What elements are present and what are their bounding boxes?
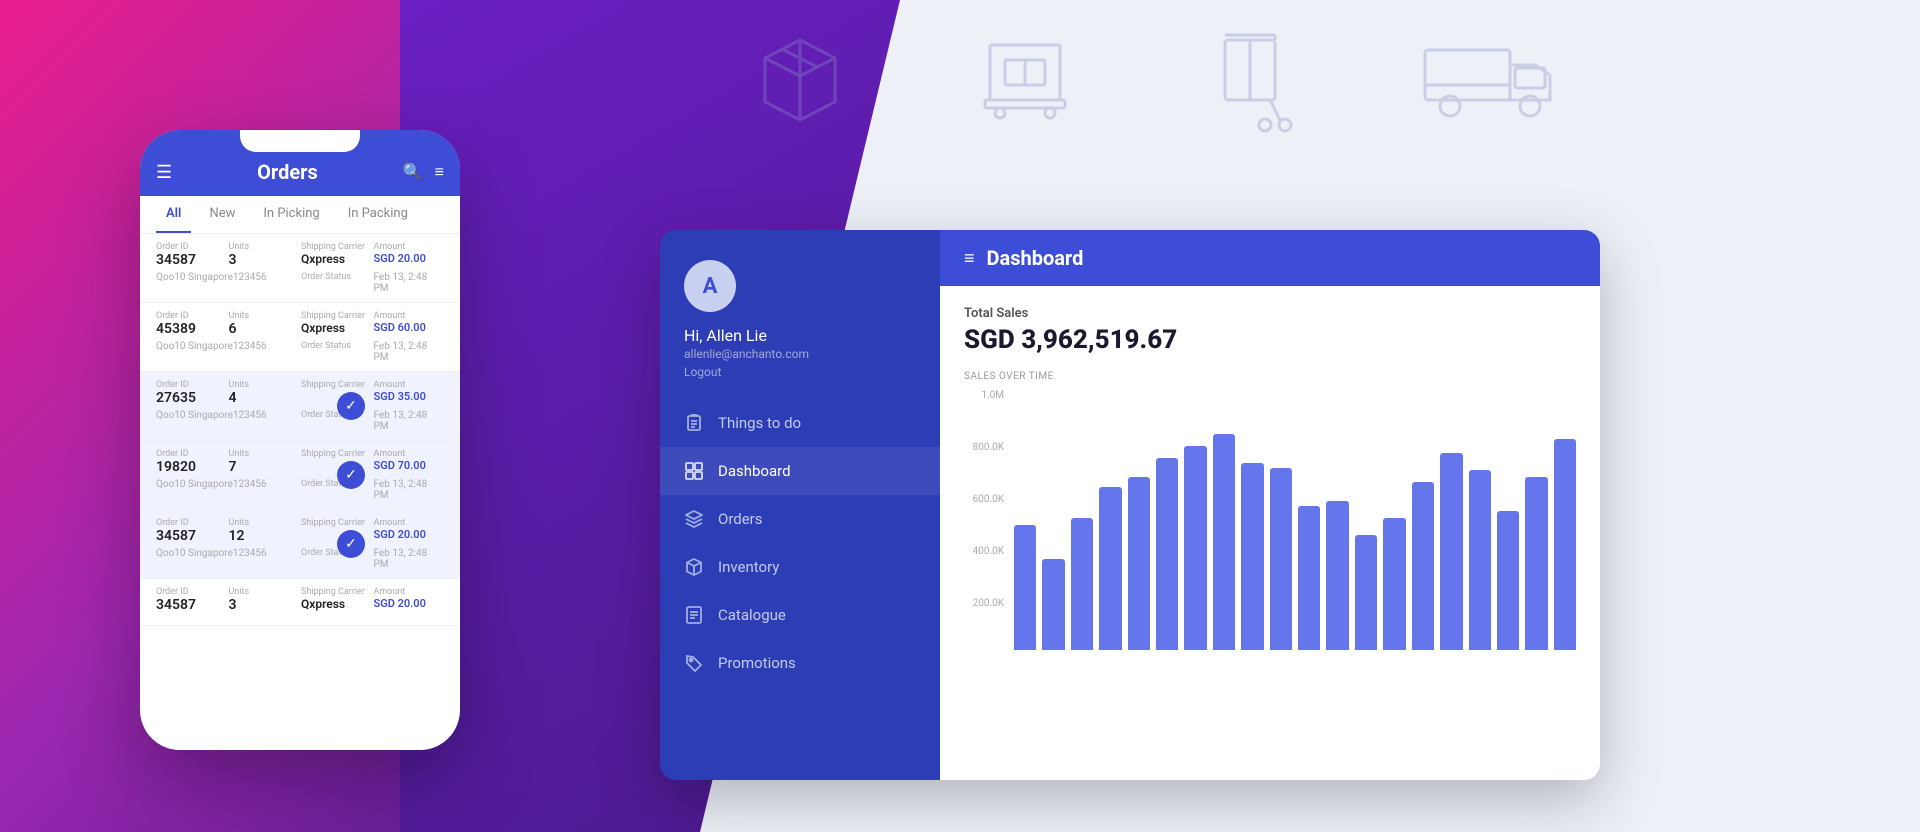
chart-bars (1014, 390, 1576, 650)
order-row: Order ID45389 Units6 Shipping CarrierQxp… (140, 303, 460, 372)
phone-frame: ☰ Orders 🔍 ≡ All New In Picking In Packi… (140, 130, 460, 750)
tab-in-packing[interactable]: In Packing (338, 196, 418, 233)
phone-notch (240, 130, 360, 152)
check-badge: ✓ (337, 461, 365, 489)
sidebar-item-promotions[interactable]: Promotions (660, 639, 940, 687)
sidebar-label-inventory: Inventory (718, 558, 779, 576)
chart-bar (1156, 458, 1178, 650)
chart-bar (1071, 518, 1093, 650)
chart-bar (1213, 434, 1235, 650)
dashboard-header: ≡ Dashboard (940, 230, 1600, 286)
tab-all[interactable]: All (156, 196, 191, 233)
warehouse-icon (970, 30, 1080, 144)
chart-bar (1383, 518, 1405, 650)
sidebar-item-things-to-do[interactable]: Things to do (660, 399, 940, 447)
sidebar-item-orders[interactable]: Orders (660, 495, 940, 543)
tab-in-picking[interactable]: In Picking (253, 196, 329, 233)
package-icon (750, 30, 850, 144)
phone-header-icons: 🔍 ≡ (403, 162, 444, 182)
sidebar-item-dashboard[interactable]: Dashboard (660, 447, 940, 495)
chart-bar (1042, 559, 1064, 650)
chart-bar (1326, 501, 1348, 650)
truck-icon (1420, 30, 1560, 144)
sidebar-label-dashboard: Dashboard (718, 462, 791, 480)
layers-icon (684, 509, 704, 529)
sidebar-label-orders: Orders (718, 510, 763, 528)
phone-tabs: All New In Picking In Packing (140, 196, 460, 234)
y-label-5: 200.0K (964, 598, 1004, 609)
filter-icon[interactable]: ≡ (435, 162, 444, 182)
search-icon[interactable]: 🔍 (403, 162, 423, 182)
y-label-3: 600.0K (964, 494, 1004, 505)
y-label-2: 800.0K (964, 442, 1004, 453)
sidebar-label-promotions: Promotions (718, 654, 796, 672)
dashboard-panel: ≡ Dashboard Total Sales SGD 3,962,519.67… (940, 230, 1600, 780)
user-greeting: Hi, Allen Lie (660, 326, 940, 347)
dashboard-content: Total Sales SGD 3,962,519.67 SALES OVER … (940, 286, 1600, 780)
chart-bar (1355, 535, 1377, 650)
menu-icon[interactable]: ☰ (156, 162, 172, 183)
tag-icon (684, 653, 704, 673)
box-icon (684, 557, 704, 577)
sidebar-item-catalogue[interactable]: Catalogue (660, 591, 940, 639)
order-row: Order ID34587 Units3 Shipping CarrierQxp… (140, 234, 460, 303)
total-sales-label: Total Sales (964, 306, 1576, 321)
chart-bar (1270, 468, 1292, 650)
sales-chart-label: SALES OVER TIME (964, 371, 1576, 382)
tablet-mockup: A Hi, Allen Lie allenlie@anchanto.com Lo… (660, 230, 1600, 780)
tab-new[interactable]: New (199, 196, 245, 233)
logout-button[interactable]: Logout (660, 365, 940, 399)
chart-bar (1554, 439, 1576, 650)
sidebar-label-things-to-do: Things to do (718, 414, 801, 432)
chart-bar (1469, 470, 1491, 650)
dashboard-title: Dashboard (987, 246, 1084, 270)
user-email: allenlie@anchanto.com (660, 347, 940, 365)
dashboard-icon (684, 461, 704, 481)
check-badge: ✓ (337, 530, 365, 558)
top-icons-row (750, 30, 1560, 144)
chart-bar (1014, 525, 1036, 650)
y-label-4: 400.0K (964, 546, 1004, 557)
sidebar-item-inventory[interactable]: Inventory (660, 543, 940, 591)
chart-bar (1412, 482, 1434, 650)
sales-chart: 1.0M 800.0K 600.0K 400.0K 200.0K (964, 390, 1576, 670)
phone-title: Orders (257, 160, 318, 184)
orders-list: Order ID34587 Units3 Shipping CarrierQxp… (140, 234, 460, 626)
y-axis-labels: 1.0M 800.0K 600.0K 400.0K 200.0K (964, 390, 1004, 670)
chart-bar (1241, 463, 1263, 650)
trolley-icon (1200, 30, 1300, 144)
chart-bar (1497, 511, 1519, 650)
user-name: Allen Lie (706, 326, 767, 345)
sidebar-label-catalogue: Catalogue (718, 606, 786, 624)
chart-bar (1099, 487, 1121, 650)
order-row: Order ID34587 Units12 Shipping Carrierx … (140, 510, 460, 579)
sidebar: A Hi, Allen Lie allenlie@anchanto.com Lo… (660, 230, 940, 780)
phone-mockup: ☰ Orders 🔍 ≡ All New In Picking In Packi… (140, 130, 460, 750)
order-row: Order ID34587 Units3 Shipping CarrierQxp… (140, 579, 460, 626)
chart-bar (1298, 506, 1320, 650)
sidebar-nav: Things to do Dashboard (660, 399, 940, 687)
total-sales-value: SGD 3,962,519.67 (964, 325, 1576, 355)
order-row: Order ID27635 Units4 Shipping Carrierx A… (140, 372, 460, 441)
y-label-1: 1.0M (964, 390, 1004, 401)
check-badge: ✓ (337, 392, 365, 420)
chart-bar (1128, 477, 1150, 650)
chart-bar (1440, 453, 1462, 650)
avatar: A (684, 260, 736, 312)
chart-bar (1525, 477, 1547, 650)
greeting-prefix: Hi, (684, 326, 706, 345)
order-row: Order ID19820 Units7 Shipping Carrierx A… (140, 441, 460, 510)
chart-bar (1184, 446, 1206, 650)
clipboard-icon (684, 413, 704, 433)
book-icon (684, 605, 704, 625)
hamburger-icon: ≡ (964, 248, 975, 269)
